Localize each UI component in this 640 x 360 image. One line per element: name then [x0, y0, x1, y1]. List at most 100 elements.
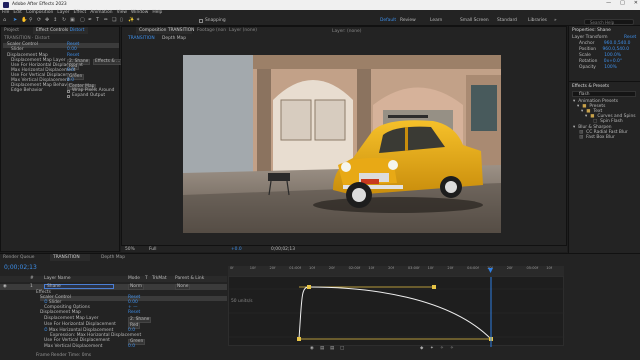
effects-search-input[interactable]: flash	[572, 91, 636, 97]
pan-tool-icon[interactable]: ✥	[45, 18, 51, 24]
zoom-tool-icon[interactable]: ⚲	[29, 18, 35, 24]
tab-effect-controls[interactable]: Effect Controls Distort	[33, 27, 88, 34]
ruler-tick-label: 04:00f	[467, 266, 479, 270]
parent-dropdown[interactable]: None	[175, 284, 191, 291]
expand-output-checkbox[interactable]	[67, 94, 70, 98]
home-icon[interactable]: ⌂	[3, 18, 9, 24]
puppet-tool-icon[interactable]: ✶	[136, 18, 142, 24]
exposure-value[interactable]: +0.0	[231, 247, 242, 252]
type-tool-icon[interactable]: T	[96, 18, 102, 24]
maximize-icon[interactable]: □	[620, 1, 625, 6]
fit-all-icon[interactable]: □	[340, 346, 344, 351]
ruler-tick-label: 20f	[447, 266, 454, 270]
tab-layer[interactable]: Layer (none)	[226, 27, 261, 34]
workspace-menu-icon[interactable]: »	[554, 18, 557, 23]
clone-stamp-icon[interactable]: ❏	[112, 18, 118, 24]
menu-file[interactable]: File	[2, 10, 9, 15]
rotate-tool-icon[interactable]: ↻	[62, 18, 68, 24]
tab-transition[interactable]: TRANSITION	[50, 254, 90, 261]
menu-effect[interactable]: Effect	[74, 10, 87, 15]
dolly-tool-icon[interactable]: ↕	[53, 18, 59, 24]
tl-v-max[interactable]: Max Vertical Displacement 0.0	[44, 344, 227, 350]
ruler-tick-label: 10f	[546, 266, 553, 270]
wrap-pixels-checkbox[interactable]	[67, 89, 70, 93]
prop-opacity[interactable]: Opacity 100%	[579, 65, 617, 71]
ruler-tick-label: 10f	[249, 266, 256, 270]
menu-window[interactable]: Window	[131, 10, 148, 15]
rectangle-tool-icon[interactable]: ▢	[80, 18, 86, 24]
roto-brush-icon[interactable]: ✨	[128, 18, 134, 24]
preset-fast-box-blur[interactable]: ▧ Fast Box Blur	[579, 135, 615, 141]
anchor-tool-icon[interactable]: ▣	[70, 18, 76, 24]
tools-toolbar: ⌂ ➤ ✋ ⚲ ⟳ ✥ ↕ ↻ ▣ ▢ ✒ T ✏ ❏ ▯ ✨ ✶ Snappi…	[0, 17, 640, 26]
ruler-tick-label: 20f	[388, 266, 394, 270]
keyframe-handle[interactable]	[307, 285, 311, 289]
viewer-footer: 50% Full +0.0 0;00;02;13	[121, 245, 567, 252]
layer-name-field[interactable]: Shane	[44, 284, 114, 289]
eraser-tool-icon[interactable]: ▯	[120, 18, 126, 24]
menu-composition[interactable]: Composition	[26, 10, 53, 15]
tab-composition[interactable]: Composition TRANSITION	[136, 27, 194, 34]
tab-project[interactable]: Project	[1, 27, 23, 34]
workspace-libraries[interactable]: Libraries	[528, 18, 547, 23]
column-headers: # Layer Name Mode T TrkMat Parent & Link	[0, 276, 227, 282]
properties-title: Properties: Shane	[572, 28, 611, 33]
after-effects-window: Adobe After Effects 2023 — □ ✕ File Edit…	[0, 0, 640, 360]
ruler-tick-label: 20f	[506, 266, 513, 270]
composition-image	[183, 55, 501, 233]
viewer-timecode[interactable]: 0;00;02;13	[271, 247, 295, 252]
selection-tool-icon[interactable]: ➤	[13, 18, 19, 24]
snap-icon[interactable]: ▤	[330, 346, 334, 351]
time-ruler[interactable]: 0f 10f 20f 01:00f 10f 20f 02:00f 10f 20f 03:00f 10…	[228, 266, 564, 276]
pen-tool-icon[interactable]: ✒	[88, 18, 94, 24]
ease-in-icon[interactable]: ✧	[440, 346, 444, 351]
yellow-car-street-photo	[183, 55, 501, 233]
workspace-learn[interactable]: Learn	[430, 18, 442, 23]
ruler-tick-label: 10f	[309, 266, 315, 270]
layer-row-shane[interactable]: ◉ 1 Shane Norm None	[0, 284, 227, 291]
search-help-input[interactable]: Search Help	[584, 18, 634, 25]
subtab-depth-map[interactable]: Depth Map	[162, 36, 186, 42]
workspace-default[interactable]: Default	[380, 18, 396, 23]
graph-editor[interactable]: 50 units/s	[228, 276, 565, 347]
ruler-tick-label: 03:00f	[407, 266, 420, 270]
timeline-timecode[interactable]: 0;00;02;13	[4, 265, 37, 271]
keyframe-handle[interactable]	[432, 285, 436, 289]
effect-icon: ▧	[579, 135, 584, 141]
ruler-tick-label: 01:00f	[289, 266, 301, 270]
minimize-icon[interactable]: —	[606, 1, 611, 6]
graph-type-icon[interactable]: ▤	[320, 346, 324, 351]
graph-curves	[229, 277, 565, 347]
zoom-dropdown[interactable]: 50%	[125, 247, 135, 252]
brush-tool-icon[interactable]: ✏	[104, 18, 110, 24]
tab-render-queue[interactable]: Render Queue	[0, 254, 38, 261]
ruler-tick-label: 20f	[269, 266, 276, 270]
snapping-checkbox[interactable]	[199, 19, 203, 23]
ruler-tick-label: 02:00f	[348, 266, 361, 270]
subtab-transition[interactable]: TRANSITION	[128, 36, 155, 42]
workspace-standard[interactable]: Standard	[497, 18, 517, 23]
menu-layer[interactable]: Layer	[57, 10, 69, 15]
eye-icon[interactable]: ◉	[310, 346, 314, 351]
tab-depth-map[interactable]: Depth Map	[98, 254, 129, 261]
menu-view[interactable]: View	[117, 10, 127, 15]
menu-animation[interactable]: Animation	[90, 10, 112, 15]
menu-help[interactable]: Help	[152, 10, 162, 15]
menu-edit[interactable]: Edit	[13, 10, 22, 15]
mode-dropdown[interactable]: Norm	[128, 284, 144, 291]
orbit-tool-icon[interactable]: ⟳	[37, 18, 43, 24]
ease-out-icon[interactable]: ✧	[450, 346, 454, 351]
fx-row-expand[interactable]: Expand Output	[3, 93, 119, 99]
close-icon[interactable]: ✕	[634, 1, 638, 6]
workspace-small-screen[interactable]: Small Screen	[460, 18, 489, 23]
visibility-eye-icon[interactable]: ◉	[3, 284, 7, 289]
convert-keyframe-icon[interactable]: ◆	[420, 346, 423, 351]
view-label: Layer: (none)	[332, 29, 362, 34]
quality-dropdown[interactable]: Full	[149, 247, 157, 252]
effects-presets-title: Effects & Presets	[572, 84, 610, 89]
workspace-review[interactable]: Review	[400, 18, 416, 23]
keyframe-handle[interactable]	[297, 337, 301, 341]
hand-tool-icon[interactable]: ✋	[21, 18, 27, 24]
stopwatch-icon[interactable]: ⏱	[44, 328, 47, 333]
easy-ease-icon[interactable]: ✦	[430, 346, 434, 351]
